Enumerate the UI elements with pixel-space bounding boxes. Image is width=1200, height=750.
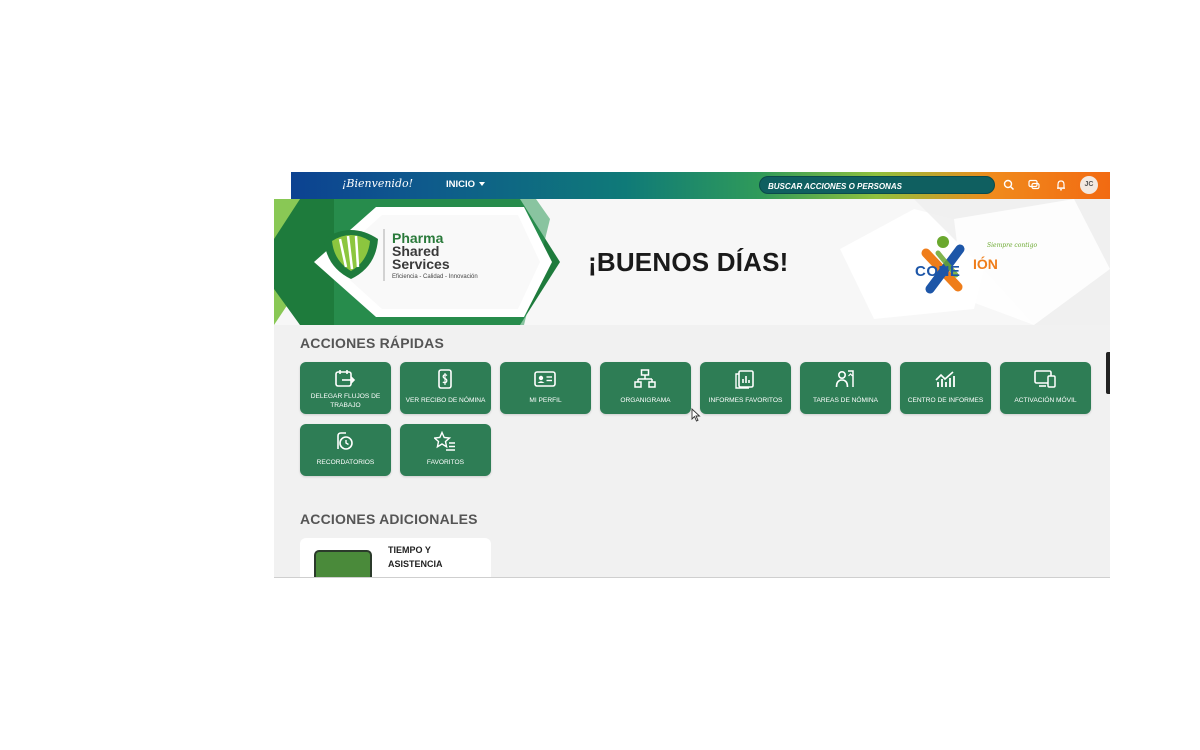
card-title-line2: ASISTENCIA: [388, 559, 443, 569]
topbar-left-edge: [274, 172, 291, 199]
nav-inicio-label: INICIO: [446, 179, 476, 190]
analytics-icon: [935, 371, 955, 387]
quick-action-label: TAREAS DE NÓMINA: [812, 397, 879, 404]
calendar-icon: [314, 550, 372, 577]
star-list-icon: [434, 431, 455, 451]
quick-action-informes-favoritos[interactable]: INFORMES FAVORITOS: [700, 362, 791, 414]
quick-action-delegar-flujos[interactable]: DELEGAR FLUJOS DE TRABAJO: [300, 362, 391, 414]
conexion-logo-text-part2: IÓN: [973, 256, 998, 272]
card-title-line1: TIEMPO Y: [388, 545, 431, 555]
dollar-receipt-icon: [438, 369, 452, 389]
quick-action-organigrama[interactable]: ORGANIGRAMA: [600, 362, 691, 414]
calendar-arrow-icon: [335, 370, 356, 387]
quick-action-tareas-nomina[interactable]: TAREAS DE NÓMINA: [800, 362, 891, 414]
additional-actions-title: ACCIONES ADICIONALES: [300, 511, 478, 527]
quick-action-label: ACTIVACIÓN MÓVIL: [1014, 397, 1077, 404]
avatar[interactable]: JC: [1080, 176, 1098, 194]
page-greeting: ¡BUENOS DÍAS!: [588, 247, 789, 277]
tiempo-asistencia-card[interactable]: TIEMPO Y ASISTENCIA: [300, 538, 491, 577]
brand-tagline: Eficiencia - Calidad - Innovación: [392, 274, 478, 280]
top-navigation-bar: ¡Bienvenido! INICIO JC: [274, 172, 1110, 199]
nav-inicio-menu[interactable]: INICIO: [446, 179, 486, 190]
quick-action-label: MI PERFIL: [529, 397, 562, 404]
quick-action-label: RECORDATORIOS: [316, 459, 375, 466]
welcome-banner: Pharma Shared Services Eficiencia - Cali…: [274, 199, 1110, 325]
side-panel-handle[interactable]: [1106, 352, 1110, 394]
mobile-devices-icon: [1034, 370, 1056, 388]
quick-action-centro-informes[interactable]: CENTRO DE INFORMES: [900, 362, 991, 414]
quick-action-label: VER RECIBO DE NÓMINA: [405, 397, 486, 404]
conexion-tagline: Siempre contigo: [987, 242, 1038, 249]
org-chart-icon: [634, 369, 656, 388]
id-card-icon: [534, 371, 556, 387]
quick-action-label: FAVORITOS: [426, 459, 465, 466]
chevron-down-icon: [479, 182, 486, 187]
quick-action-label: DELEGAR FLUJOS DE TRABAJO: [310, 393, 381, 409]
quick-action-recordatorios[interactable]: RECORDATORIOS: [300, 424, 391, 476]
quick-action-mi-perfil[interactable]: MI PERFIL: [500, 362, 591, 414]
brand-name-line3: Services: [392, 256, 450, 272]
quick-action-activacion-movil[interactable]: ACTIVACIÓN MÓVIL: [1000, 362, 1091, 414]
search-icon[interactable]: [1002, 178, 1016, 192]
report-chart-icon: [735, 370, 754, 389]
quick-action-label: INFORMES FAVORITOS: [708, 397, 783, 404]
quick-actions-title: ACCIONES RÁPIDAS: [300, 335, 444, 351]
chat-icon[interactable]: [1027, 178, 1041, 192]
mouse-pointer-icon: [691, 408, 701, 422]
search-box[interactable]: [759, 176, 995, 194]
person-task-icon: [835, 370, 854, 388]
quick-action-favoritos[interactable]: FAVORITOS: [400, 424, 491, 476]
search-input[interactable]: [766, 178, 990, 194]
quick-action-label: CENTRO DE INFORMES: [907, 397, 984, 404]
bell-icon[interactable]: [1054, 178, 1068, 192]
conexion-logo-text-part1: CONE: [915, 263, 961, 280]
app-window: ¡Bienvenido! INICIO JC: [274, 172, 1110, 578]
welcome-logo[interactable]: ¡Bienvenido!: [342, 177, 413, 190]
quick-action-ver-recibo[interactable]: VER RECIBO DE NÓMINA: [400, 362, 491, 414]
reminder-clock-icon: [337, 432, 353, 450]
quick-action-label: ORGANIGRAMA: [620, 397, 671, 404]
